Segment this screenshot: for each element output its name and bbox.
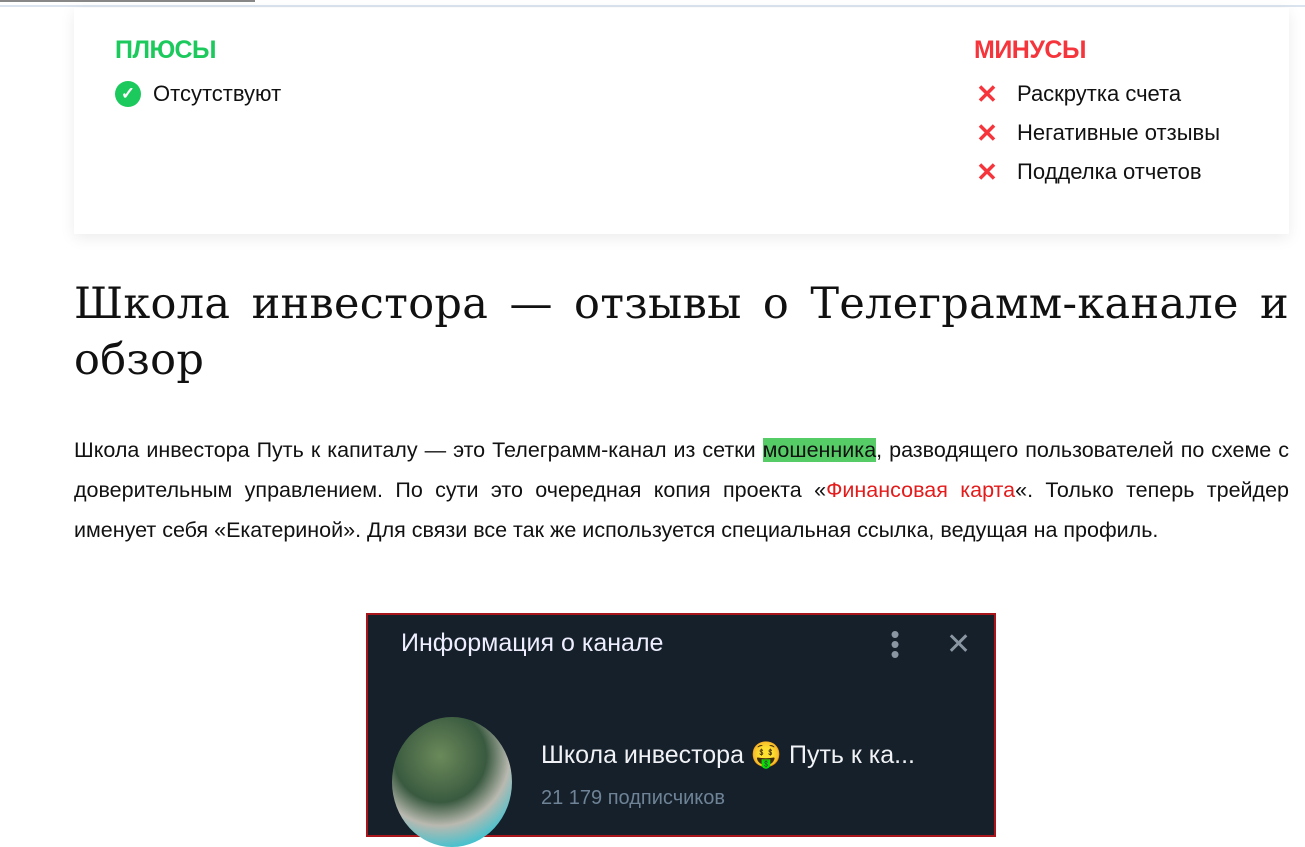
channel-avatar: [392, 717, 512, 847]
telegram-screenshot: Информация о канале • • • ✕ Школа инвестор…: [366, 613, 996, 847]
divider: [0, 5, 1305, 7]
highlighted-word: мошенника: [762, 438, 877, 462]
pros-item: ✓ Отсутствуют: [115, 74, 281, 113]
channel-name: Школа инвестора 🤑 Путь к ка...: [541, 741, 915, 769]
financial-card-link[interactable]: Финансовая карта: [826, 478, 1015, 502]
scroll-indicator: [0, 0, 255, 2]
cons-item: ✕ Подделка отчетов: [974, 152, 1220, 191]
more-vertical-icon: • • •: [890, 619, 900, 669]
pros-cons-card: ПЛЮСЫ ✓ Отсутствуют МИНУСЫ ✕ Раскрутка сче…: [74, 8, 1289, 234]
cons-item-label: Негативные отзывы: [1017, 119, 1221, 145]
cons-item: ✕ Негативные отзывы: [974, 113, 1220, 152]
cross-icon: ✕: [976, 117, 998, 148]
cross-icon: ✕: [976, 156, 998, 187]
text: Школа инвестора Путь к капиталу — это Те…: [74, 438, 763, 462]
cons-column: МИНУСЫ ✕ Раскрутка счета ✕ Негативные отзы…: [974, 36, 1220, 191]
subscriber-count: 21 179 подписчиков: [541, 787, 726, 809]
cross-icon: ✕: [976, 78, 998, 109]
cons-item-label: Подделка отчетов: [1017, 158, 1202, 184]
close-icon: ✕: [946, 628, 972, 661]
pros-column: ПЛЮСЫ ✓ Отсутствуют: [115, 36, 281, 113]
channel-info-header: Информация о канале: [401, 629, 664, 657]
cons-item: ✕ Раскрутка счета: [974, 74, 1220, 113]
check-circle-icon: ✓: [115, 80, 141, 107]
pros-title: ПЛЮСЫ: [115, 36, 217, 64]
pros-item-label: Отсутствуют: [153, 80, 282, 106]
cons-title: МИНУСЫ: [974, 36, 1086, 64]
article-title: Школа инвестора — отзывы о Телеграмм-кан…: [74, 279, 1289, 385]
article-paragraph: Школа инвестора Путь к капиталу — это Те…: [74, 430, 1289, 550]
cons-item-label: Раскрутка счета: [1017, 80, 1182, 106]
